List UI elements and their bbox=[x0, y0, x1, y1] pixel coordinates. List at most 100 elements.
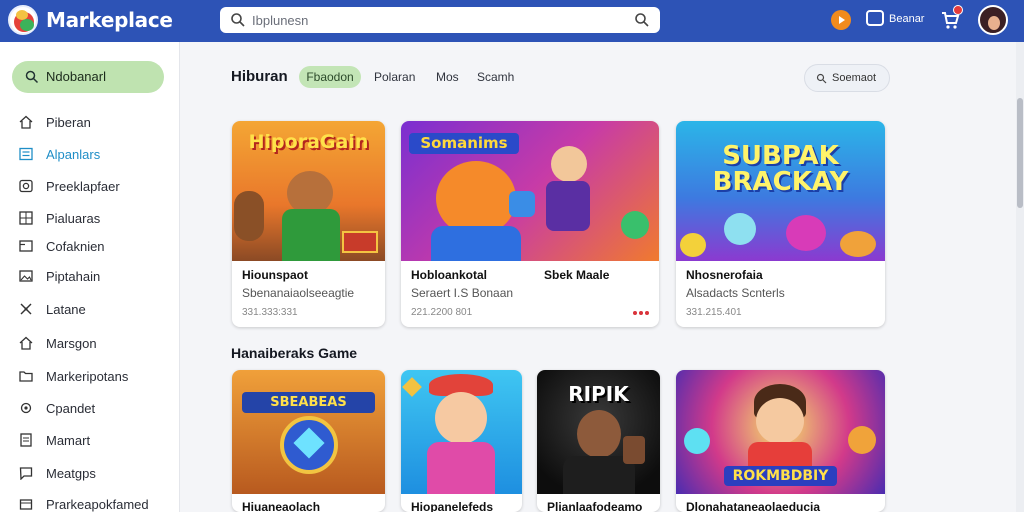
sidebar-item-6[interactable]: Piptahain bbox=[0, 265, 180, 289]
thumbnail-title: RIPIK bbox=[568, 382, 629, 406]
list-icon bbox=[19, 147, 33, 161]
search-input[interactable] bbox=[252, 11, 632, 29]
sidebar-item-label: Cofaknien bbox=[46, 239, 105, 254]
scrollbar-thumb[interactable] bbox=[1017, 98, 1023, 208]
doc-icon bbox=[20, 433, 32, 447]
card-title-secondary: Sbek Maale bbox=[544, 268, 610, 282]
box-icon bbox=[19, 499, 33, 510]
sidebar-item-3[interactable]: Preeklapfaer bbox=[0, 175, 180, 199]
camera-icon bbox=[19, 179, 33, 193]
game-thumbnail: ROKMBDBIY bbox=[676, 370, 885, 494]
card-subtitle: Seraert I.S Bonaan bbox=[411, 286, 514, 300]
thumbnail-title: SBEABEAS bbox=[242, 392, 375, 413]
card-icon bbox=[19, 240, 33, 252]
play-icon[interactable] bbox=[831, 10, 851, 30]
sidebar-item-9[interactable]: Markeripotans bbox=[0, 365, 180, 389]
card-subtitle: Sbenanaiaolseeagtie bbox=[242, 286, 355, 300]
card-title: Hobloankotal bbox=[411, 268, 488, 282]
game-thumbnail: HiporaGain bbox=[232, 121, 385, 261]
gear-icon bbox=[20, 402, 32, 414]
section-title: Hanaiberaks Game bbox=[231, 345, 358, 361]
sidebar-item-2[interactable]: Alpanlars bbox=[0, 143, 180, 167]
image-icon bbox=[19, 270, 33, 282]
thumbnail-title: SUBPAK BRACKAY bbox=[712, 141, 849, 197]
card-meta: 221.2200 801 bbox=[411, 307, 473, 318]
sidebar-item-label: Latane bbox=[46, 302, 86, 317]
game-card[interactable]: Hiopanelefeds bbox=[401, 370, 522, 512]
app-logo[interactable] bbox=[8, 5, 38, 35]
folder-icon bbox=[19, 371, 33, 382]
tab-1[interactable]: Polaran bbox=[374, 70, 415, 84]
sidebar-item-active[interactable]: Ndobanarl bbox=[12, 61, 164, 93]
sidebar-item-label: Piptahain bbox=[46, 269, 101, 284]
search-icon bbox=[25, 70, 39, 84]
sidebar: Ndobanarl Piberan Alpanlars Preeklapfaer… bbox=[0, 42, 180, 512]
sidebar-item-label: Preeklapfaer bbox=[46, 179, 120, 194]
sidebar-item-label: Alpanlars bbox=[46, 147, 101, 162]
sidebar-item-8[interactable]: Marsgon bbox=[0, 332, 180, 356]
game-card[interactable]: SUBPAK BRACKAY Nhosnerofaia Alsadacts Sc… bbox=[676, 121, 885, 327]
avatar[interactable] bbox=[978, 5, 1008, 35]
card-title: Nhosnerofaia bbox=[686, 268, 763, 282]
card-title: Plianlaafodeamo bbox=[547, 500, 643, 512]
game-thumbnail: Somanims bbox=[401, 121, 659, 261]
message-label[interactable]: Beanar bbox=[889, 13, 924, 25]
sidebar-item-12[interactable]: Meatgps bbox=[0, 462, 180, 486]
sidebar-item-10[interactable]: Cpandet bbox=[0, 397, 180, 421]
sidebar-item-13[interactable]: Prarkeapokfamed bbox=[0, 493, 180, 512]
card-title: Hiounspaot bbox=[242, 268, 308, 282]
chat-icon bbox=[19, 467, 33, 480]
thumbnail-title: ROKMBDBIY bbox=[724, 466, 837, 486]
sidebar-item-1[interactable]: Piberan bbox=[0, 111, 180, 135]
sidebar-item-label: Markeripotans bbox=[46, 369, 129, 384]
main-content: Hiburan Fbaodon Polaran Mos Scamh Soemao… bbox=[181, 42, 1016, 512]
game-card[interactable]: HiporaGain Hiounspaot Sbenanaiaolseeagti… bbox=[232, 121, 385, 327]
tab-3[interactable]: Scamh bbox=[477, 70, 514, 84]
game-thumbnail: SBEABEAS bbox=[232, 370, 385, 494]
sidebar-item-label: Prarkeapokfamed bbox=[46, 497, 149, 512]
game-card[interactable]: Somanims Hobloankotal Sbek Maale Seraert… bbox=[401, 121, 659, 327]
game-card[interactable]: ROKMBDBIY Dlonahataneaolaeducia bbox=[676, 370, 885, 512]
sidebar-item-label: Marsgon bbox=[46, 336, 97, 351]
search-submit-icon[interactable] bbox=[634, 12, 650, 28]
sidebar-item-label: Cpandet bbox=[46, 401, 96, 416]
card-title: Hiopanelefeds bbox=[411, 500, 494, 512]
sidebar-item-5[interactable]: Cofaknien bbox=[0, 235, 180, 259]
sidebar-item-7[interactable]: Latane bbox=[0, 298, 180, 322]
filter-chip-active[interactable]: Fbaodon bbox=[299, 66, 361, 88]
top-bar: Markeplace Beanar bbox=[0, 0, 1024, 42]
sidebar-item-4[interactable]: Pialuaras bbox=[0, 207, 180, 231]
sidebar-item-label: Piberan bbox=[46, 115, 91, 130]
tools-icon bbox=[20, 303, 32, 315]
home-icon bbox=[19, 336, 33, 350]
more-options-icon[interactable] bbox=[633, 311, 649, 315]
page-title: Hiburan bbox=[231, 68, 288, 85]
game-card[interactable]: RIPIK Plianlaafodeamo bbox=[537, 370, 660, 512]
card-meta: 331.333:331 bbox=[242, 307, 298, 318]
sidebar-item-label: Mamart bbox=[46, 433, 91, 448]
app-brand[interactable]: Markeplace bbox=[46, 8, 173, 32]
search-icon bbox=[816, 73, 827, 84]
home-icon bbox=[19, 115, 33, 129]
thumbnail-title: HiporaGain bbox=[248, 131, 369, 153]
scrollbar[interactable] bbox=[1016, 42, 1024, 512]
game-thumbnail: SUBPAK BRACKAY bbox=[676, 121, 885, 261]
suggest-button[interactable]: Soemaot bbox=[804, 64, 890, 92]
sidebar-item-11[interactable]: Mamart bbox=[0, 429, 180, 453]
card-title: Dlonahataneaolaeducia bbox=[686, 500, 821, 512]
game-card[interactable]: SBEABEAS Hiuaneaolach bbox=[232, 370, 385, 512]
thumbnail-title: Somanims bbox=[409, 133, 519, 154]
tab-2[interactable]: Mos bbox=[436, 70, 459, 84]
cart-badge bbox=[953, 5, 963, 15]
suggest-button-label: Soemaot bbox=[832, 72, 877, 84]
message-icon[interactable] bbox=[866, 10, 884, 26]
card-meta: 331.215.401 bbox=[686, 307, 742, 318]
sidebar-item-label: Meatgps bbox=[46, 466, 96, 481]
game-thumbnail: RIPIK bbox=[537, 370, 660, 494]
search-bar bbox=[220, 7, 660, 33]
grid-icon bbox=[19, 211, 33, 225]
card-subtitle: Alsadacts Scnterls bbox=[686, 286, 785, 300]
card-title: Hiuaneaolach bbox=[242, 500, 321, 512]
sidebar-item-label: Ndobanarl bbox=[46, 69, 106, 84]
search-icon bbox=[231, 13, 245, 27]
